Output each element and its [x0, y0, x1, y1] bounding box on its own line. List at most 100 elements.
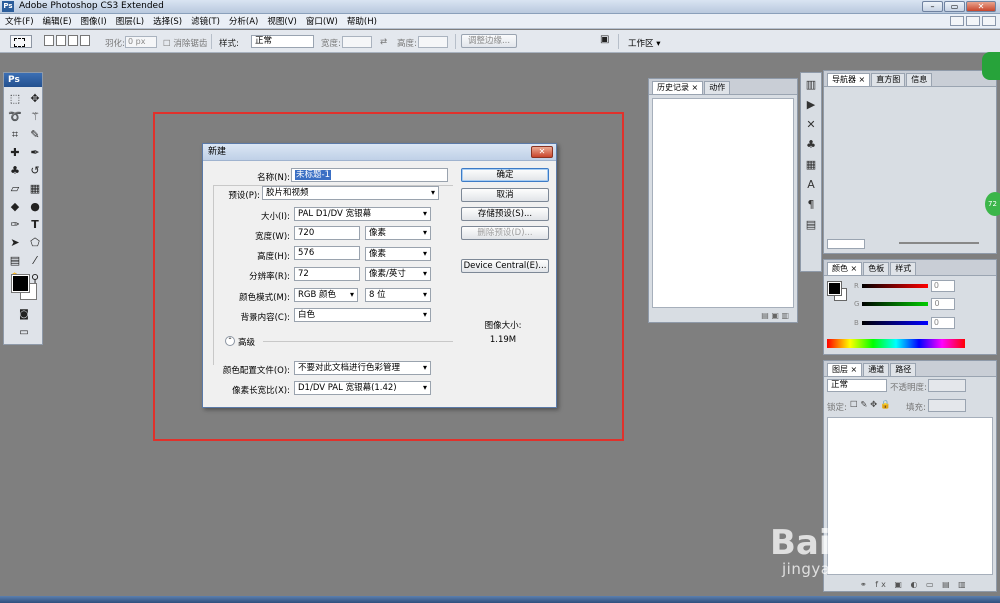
width-input[interactable]: 720: [294, 226, 360, 240]
marquee-tool-icon[interactable]: ⬚: [6, 90, 24, 107]
swap-icon[interactable]: ⇄: [380, 37, 387, 47]
gradient-tool-icon[interactable]: ▦: [26, 180, 44, 197]
menu-layer[interactable]: 图层(L): [116, 15, 144, 27]
green-input[interactable]: 0: [931, 298, 956, 310]
blue-input[interactable]: 0: [930, 317, 955, 329]
layer-actions-icon[interactable]: ⚭ fx ▣ ◐ ▭ ▤ ▥: [860, 580, 969, 589]
resolution-unit-select[interactable]: 像素/英寸: [365, 267, 431, 281]
brushes-icon[interactable]: ▦: [803, 157, 819, 173]
play-icon[interactable]: ▶: [803, 97, 819, 113]
close-button[interactable]: ✕: [966, 1, 996, 12]
dodge-tool-icon[interactable]: ●: [26, 198, 44, 215]
file-browser-icon[interactable]: ▣: [600, 34, 609, 45]
menu-view[interactable]: 视图(V): [267, 15, 296, 27]
name-input[interactable]: 未标题-1: [291, 168, 448, 182]
refine-edge-button[interactable]: 调整边缘...: [461, 34, 517, 48]
tab-layers[interactable]: 图层 ×: [827, 363, 863, 376]
zoom-slider[interactable]: [899, 242, 979, 244]
height-unit-select[interactable]: 像素: [365, 247, 431, 261]
doc-restore-button[interactable]: [966, 16, 980, 26]
foreground-color-swatch[interactable]: [11, 274, 30, 293]
crop-tool-icon[interactable]: ⌗: [6, 126, 24, 143]
advanced-toggle-icon[interactable]: ⌃: [225, 336, 235, 346]
maximize-button[interactable]: ▭: [944, 1, 965, 12]
background-select[interactable]: 白色: [294, 308, 431, 322]
ok-button[interactable]: 确定: [461, 168, 549, 182]
eraser-tool-icon[interactable]: ▱: [6, 180, 24, 197]
menu-filter[interactable]: 滤镜(T): [191, 15, 220, 27]
opacity-input[interactable]: [928, 379, 966, 392]
tab-styles[interactable]: 样式: [890, 262, 917, 275]
green-slider[interactable]: [862, 302, 929, 306]
add-selection-icon[interactable]: [56, 35, 66, 46]
cancel-button[interactable]: 取消: [461, 188, 549, 202]
fill-input[interactable]: [928, 399, 966, 412]
clone-stamp-tool-icon[interactable]: ♣: [6, 162, 24, 179]
height-input[interactable]: 576: [294, 246, 360, 260]
bit-depth-select[interactable]: 8 位: [365, 288, 431, 302]
style-select[interactable]: 正常: [251, 35, 314, 48]
antialias-checkbox[interactable]: ☐ 消除锯齿: [163, 37, 207, 49]
tab-history[interactable]: 历史记录 ×: [652, 81, 704, 94]
lasso-tool-icon[interactable]: ➰: [6, 108, 24, 125]
minimize-button[interactable]: –: [922, 1, 943, 12]
tab-info[interactable]: 信息: [906, 73, 933, 86]
height-input[interactable]: [418, 36, 448, 48]
color-ramp[interactable]: [827, 339, 965, 348]
slice-tool-icon[interactable]: ✎: [26, 126, 44, 143]
brush-tool-icon[interactable]: ✒: [26, 144, 44, 161]
histogram-icon[interactable]: ▥: [803, 77, 819, 93]
feather-input[interactable]: 0 px: [125, 36, 157, 48]
healing-brush-tool-icon[interactable]: ✚: [6, 144, 24, 161]
new-selection-icon[interactable]: [44, 35, 54, 46]
lock-icons[interactable]: ☐ ✎ ✥ 🔒: [850, 400, 891, 410]
tab-paths[interactable]: 路径: [890, 363, 917, 376]
history-brush-tool-icon[interactable]: ↺: [26, 162, 44, 179]
history-panel-actions-icon[interactable]: ▤ ▣ ▥: [761, 311, 789, 320]
paragraph-icon[interactable]: ¶: [803, 197, 819, 213]
device-central-button[interactable]: Device Central(E)...: [461, 259, 549, 273]
red-input[interactable]: 0: [930, 280, 955, 292]
tool-preset-picker[interactable]: [10, 35, 32, 48]
resolution-input[interactable]: 72: [294, 267, 360, 281]
menu-select[interactable]: 选择(S): [153, 15, 182, 27]
red-slider[interactable]: [861, 284, 928, 288]
width-unit-select[interactable]: 像素: [365, 226, 431, 240]
save-preset-button[interactable]: 存储预设(S)...: [461, 207, 549, 221]
blur-tool-icon[interactable]: ◆: [6, 198, 24, 215]
notes-tool-icon[interactable]: ▤: [6, 252, 24, 269]
subtract-selection-icon[interactable]: [68, 35, 78, 46]
blue-slider[interactable]: [861, 321, 928, 325]
width-input[interactable]: [342, 36, 372, 48]
color-mode-select[interactable]: RGB 颜色: [294, 288, 358, 302]
tab-actions[interactable]: 动作: [704, 81, 731, 94]
path-selection-tool-icon[interactable]: ➤: [6, 234, 24, 251]
layer-comps-icon[interactable]: ▤: [803, 217, 819, 233]
workspace-menu[interactable]: 工作区 ▾: [628, 37, 660, 49]
move-tool-icon[interactable]: ✥: [26, 90, 44, 107]
dialog-close-button[interactable]: ✕: [531, 146, 553, 158]
menu-image[interactable]: 图像(I): [81, 15, 107, 27]
menu-edit[interactable]: 编辑(E): [43, 15, 72, 27]
color-profile-select[interactable]: 不要对此文档进行色彩管理: [294, 361, 431, 375]
color-fg-swatch[interactable]: [827, 281, 842, 296]
tab-color[interactable]: 颜色 ×: [827, 262, 863, 275]
clone-source-icon[interactable]: ♣: [803, 137, 819, 153]
shape-tool-icon[interactable]: ⬠: [26, 234, 44, 251]
tab-swatches[interactable]: 色板: [863, 262, 890, 275]
tab-channels[interactable]: 通道: [863, 363, 890, 376]
menu-analysis[interactable]: 分析(A): [229, 15, 258, 27]
doc-minimize-button[interactable]: [950, 16, 964, 26]
preset-select[interactable]: 胶片和视频: [262, 186, 439, 200]
screen-mode-icon[interactable]: ▭: [15, 324, 33, 341]
type-tool-icon[interactable]: T: [26, 216, 44, 233]
size-select[interactable]: PAL D1/DV 宽银幕: [294, 207, 431, 221]
intersect-selection-icon[interactable]: [80, 35, 90, 46]
menu-help[interactable]: 帮助(H): [347, 15, 377, 27]
quick-mask-icon[interactable]: ◙: [15, 306, 33, 323]
zoom-input[interactable]: [827, 239, 865, 249]
blend-mode-select[interactable]: 正常: [827, 379, 887, 392]
character-icon[interactable]: A: [803, 177, 819, 193]
pixel-aspect-select[interactable]: D1/DV PAL 宽银幕(1.42): [294, 381, 431, 395]
doc-close-button[interactable]: [982, 16, 996, 26]
